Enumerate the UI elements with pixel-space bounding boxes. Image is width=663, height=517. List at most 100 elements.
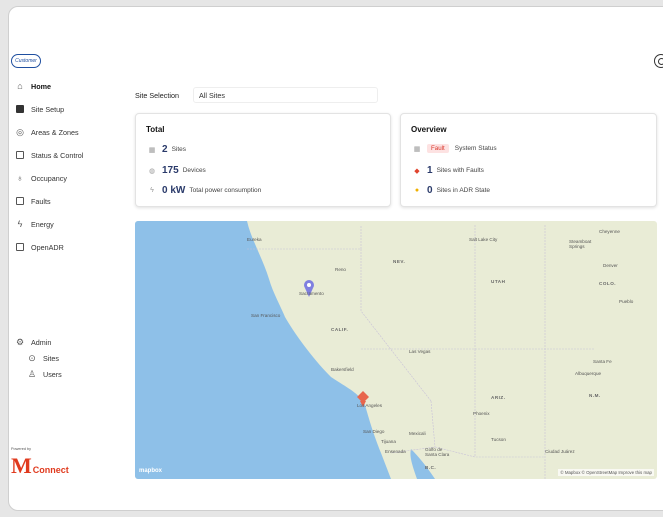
sites-count: 2 bbox=[162, 144, 168, 155]
adr-count: 0 bbox=[427, 185, 433, 196]
total-power-row: ϟ 0 kW Total power consumption bbox=[148, 185, 261, 196]
sites-with-faults-row[interactable]: ◆ 1 Sites with Faults bbox=[413, 165, 484, 176]
grid-icon bbox=[15, 104, 25, 114]
sidebar-item-faults[interactable]: Faults bbox=[15, 192, 51, 210]
home-icon: ⌂ bbox=[17, 81, 23, 91]
device-icon: ◍ bbox=[148, 167, 156, 175]
city-label: Pueblo bbox=[619, 299, 634, 304]
city-label: Phoenix bbox=[473, 411, 490, 416]
city-label: San Francisco bbox=[251, 313, 281, 318]
app-window: Customer ⌂ Home Site Setup ◎ Areas & Zon… bbox=[8, 6, 663, 511]
card-title: Total bbox=[146, 125, 165, 134]
location-icon: ⊙ bbox=[28, 352, 36, 363]
sidebar-item-label: Faults bbox=[31, 196, 51, 206]
sidebar-item-home[interactable]: ⌂ Home bbox=[15, 77, 51, 95]
city-label: Bakersfield bbox=[331, 367, 354, 372]
city-label: Reno bbox=[335, 267, 346, 272]
city-label: Albuquerque bbox=[575, 371, 602, 376]
status-icon: ▦ bbox=[413, 145, 421, 153]
sidebar-item-label: Home bbox=[31, 81, 51, 91]
sidebar-item-label: Energy bbox=[31, 219, 54, 229]
state-border bbox=[390, 400, 436, 454]
devices-count: 175 bbox=[162, 165, 179, 176]
devices-label: Devices bbox=[182, 167, 206, 174]
brand-name: Connect bbox=[32, 465, 69, 475]
city-label: San Diego bbox=[363, 429, 385, 434]
system-status-label: System Status bbox=[454, 145, 497, 152]
pin-icon: ♁ bbox=[16, 173, 24, 183]
sidebar-item-areas-zones[interactable]: ◎ Areas & Zones bbox=[15, 123, 79, 141]
sidebar-item-label: Status & Control bbox=[31, 150, 84, 160]
bolt-icon: ϟ bbox=[150, 187, 154, 194]
pacific-ocean bbox=[135, 221, 391, 479]
sidebar-item-label: Site Setup bbox=[31, 104, 65, 114]
city-label: Sacramento bbox=[299, 291, 324, 296]
customer-logo[interactable]: Customer bbox=[11, 54, 41, 68]
brand-logo: Powered by M Connect bbox=[11, 447, 69, 479]
admin-icon: ⚙ bbox=[15, 336, 25, 347]
card-title: Overview bbox=[411, 125, 447, 134]
sidebar-item-users[interactable]: ♙ Users bbox=[27, 365, 62, 383]
sidebar-item-occupancy[interactable]: ♁ Occupancy bbox=[15, 169, 67, 187]
power-label: Total power consumption bbox=[189, 187, 262, 194]
power-value: 0 kW bbox=[162, 185, 186, 196]
city-label: Tijuana bbox=[381, 439, 396, 444]
state-label: COLO. bbox=[599, 281, 617, 286]
city-label: Salt Lake City bbox=[469, 237, 498, 242]
faults-label: Sites with Faults bbox=[436, 167, 484, 174]
total-sites-row: ▦ 2 Sites bbox=[148, 144, 186, 155]
monitor-icon bbox=[15, 242, 25, 252]
map-attribution[interactable]: © Mapbox © OpenStreetMap Improve this ma… bbox=[558, 469, 654, 476]
total-devices-row: ◍ 175 Devices bbox=[148, 165, 206, 176]
city-label: Eureka bbox=[247, 237, 262, 242]
sites-adr-row[interactable]: ● 0 Sites in ADR State bbox=[413, 185, 490, 196]
sidebar-item-label: Users bbox=[43, 369, 62, 379]
fault-box-icon bbox=[15, 196, 25, 206]
sidebar-item-site-setup[interactable]: Site Setup bbox=[15, 100, 64, 118]
site-selection: Site Selection All Sites bbox=[135, 87, 378, 103]
sidebar-item-label: Occupancy bbox=[31, 173, 67, 183]
system-status-row: ▦ Fault System Status bbox=[413, 144, 497, 153]
adr-label: Sites in ADR State bbox=[436, 187, 491, 194]
settings-icon[interactable] bbox=[654, 54, 663, 68]
zones-icon: ◎ bbox=[16, 126, 24, 137]
state-label: CALIF. bbox=[331, 327, 349, 332]
sidebar-item-label: Areas & Zones bbox=[31, 127, 79, 137]
faults-count: 1 bbox=[427, 165, 433, 176]
state-label: UTAH bbox=[491, 279, 506, 284]
city-label: Ensenada bbox=[385, 449, 406, 454]
sites-map[interactable]: Eureka Reno Sacramento San Francisco Bak… bbox=[135, 221, 657, 479]
sidebar-item-status-control[interactable]: Status & Control bbox=[15, 146, 83, 164]
sidebar-item-label: OpenADR bbox=[31, 242, 64, 252]
sidebar-item-label: Sites bbox=[43, 353, 59, 363]
state-label: B.C. bbox=[425, 465, 437, 470]
control-icon bbox=[15, 150, 25, 160]
sidebar-item-openadr[interactable]: OpenADR bbox=[15, 238, 64, 256]
city-label: Steamboat Springs bbox=[569, 239, 592, 249]
total-card: Total ▦ 2 Sites ◍ 175 Devices ϟ 0 kW Tot… bbox=[135, 113, 391, 207]
users-icon: ♙ bbox=[27, 368, 37, 379]
site-selection-dropdown[interactable]: All Sites bbox=[192, 87, 378, 103]
brand-mark: M bbox=[11, 453, 32, 478]
city-label: Tucson bbox=[491, 437, 506, 442]
state-label: ARIZ. bbox=[491, 395, 506, 400]
city-label: Santa Fe bbox=[593, 359, 612, 364]
state-label: NEV. bbox=[393, 259, 406, 264]
grid-icon: ▦ bbox=[148, 146, 156, 154]
site-selection-label: Site Selection bbox=[135, 90, 179, 100]
city-label: Cheyenne bbox=[599, 229, 620, 234]
logo-text: Customer bbox=[15, 58, 37, 64]
powered-by-text: Powered by bbox=[11, 447, 32, 451]
sidebar-item-label: Admin bbox=[31, 337, 52, 347]
city-label: Los Angeles bbox=[357, 403, 383, 408]
city-label: Mexicali bbox=[409, 431, 426, 436]
city-label: Denver bbox=[603, 263, 618, 268]
state-label: N.M. bbox=[589, 393, 601, 398]
mapbox-logo[interactable]: mapbox bbox=[139, 468, 162, 474]
sites-label: Sites bbox=[171, 146, 187, 153]
city-label: Ciudad Juárez bbox=[545, 449, 575, 454]
city-label: Golfo de Santa Clara bbox=[425, 447, 450, 457]
bolt-icon: ϟ bbox=[17, 219, 23, 229]
sidebar-item-energy[interactable]: ϟ Energy bbox=[15, 215, 54, 233]
city-label: Las Vegas bbox=[409, 349, 431, 354]
